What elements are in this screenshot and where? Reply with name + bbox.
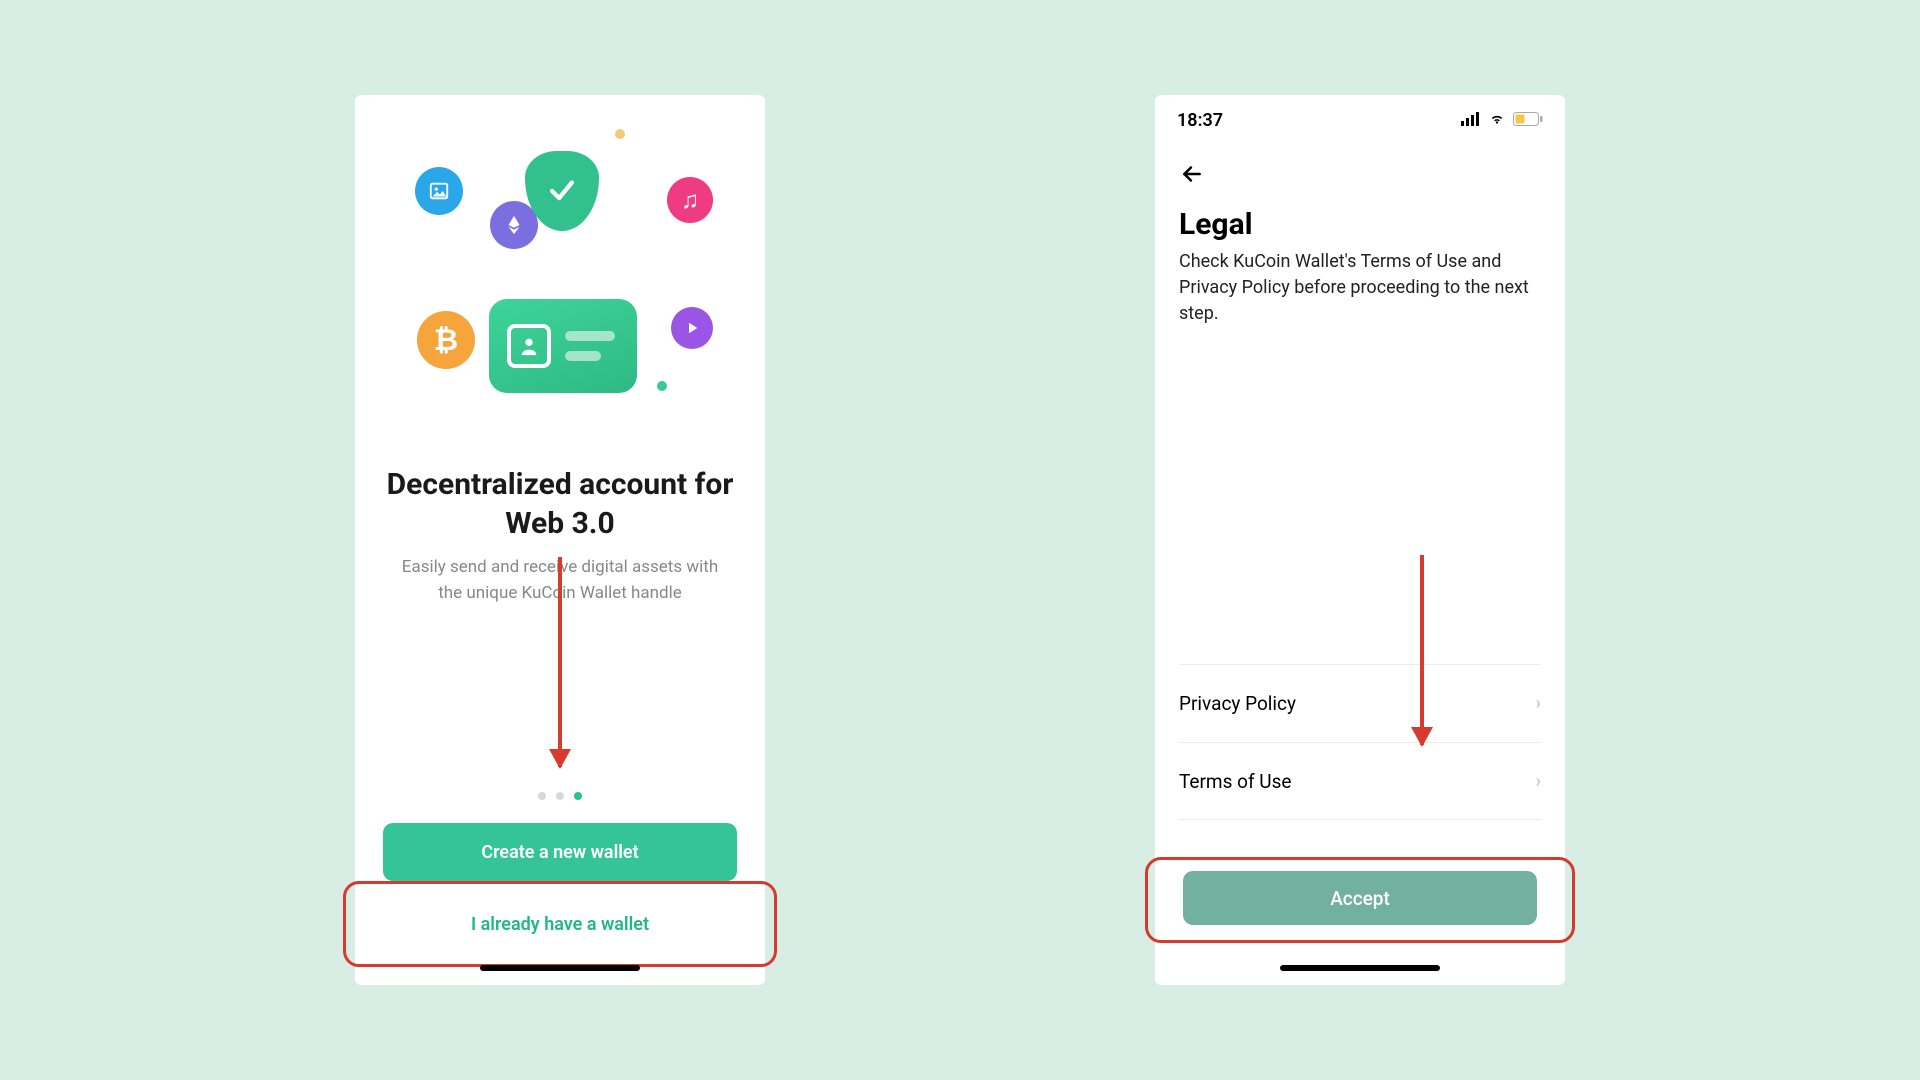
decor-dot <box>657 381 667 391</box>
home-indicator <box>480 965 640 971</box>
existing-wallet-button[interactable]: I already have a wallet <box>383 895 737 953</box>
id-card-icon <box>489 299 637 393</box>
page-title: Legal <box>1179 207 1253 242</box>
annotation-arrow-icon <box>1420 555 1424 745</box>
privacy-policy-row[interactable]: Privacy Policy › <box>1179 664 1541 742</box>
decor-dot <box>615 129 625 139</box>
battery-icon <box>1513 110 1543 131</box>
onboarding-title: Decentralized account for Web 3.0 <box>355 465 765 543</box>
onboarding-illustration: ♫ ₿ <box>355 111 765 431</box>
wifi-icon <box>1487 110 1507 131</box>
onboarding-screen: ♫ ₿ Decentralized account for Web 3.0 Ea… <box>355 95 765 985</box>
terms-of-use-row[interactable]: Terms of Use › <box>1179 742 1541 820</box>
back-button[interactable] <box>1175 157 1209 191</box>
pager-dot <box>556 792 564 800</box>
chevron-right-icon: › <box>1536 771 1541 792</box>
status-time: 18:37 <box>1177 110 1223 131</box>
legal-screen: 18:37 Legal Check KuCoin Wallet's Terms … <box>1155 95 1565 985</box>
music-icon: ♫ <box>667 177 713 223</box>
play-icon <box>671 307 713 349</box>
create-wallet-button[interactable]: Create a new wallet <box>383 823 737 881</box>
cellular-icon <box>1461 110 1481 131</box>
bitcoin-icon: ₿ <box>417 311 475 369</box>
home-indicator <box>1280 965 1440 971</box>
pager-dot-active <box>574 792 582 800</box>
row-label: Terms of Use <box>1179 770 1291 793</box>
image-icon <box>415 167 463 215</box>
status-bar: 18:37 <box>1155 103 1565 137</box>
accept-button[interactable]: Accept <box>1183 871 1537 925</box>
annotation-arrow-icon <box>558 557 562 767</box>
arrow-left-icon <box>1179 161 1205 187</box>
pager-dots <box>355 792 765 800</box>
chevron-right-icon: › <box>1536 693 1541 714</box>
row-label: Privacy Policy <box>1179 692 1296 715</box>
pager-dot <box>538 792 546 800</box>
legal-description: Check KuCoin Wallet's Terms of Use and P… <box>1179 249 1541 327</box>
